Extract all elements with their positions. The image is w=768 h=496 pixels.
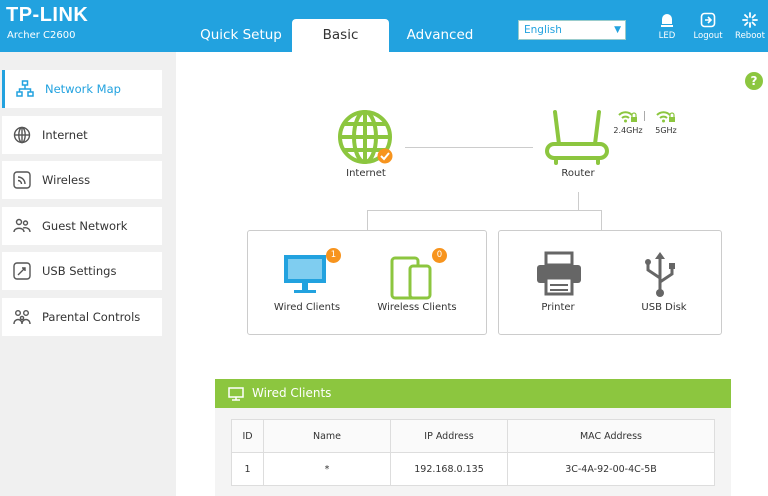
reboot-label: Reboot <box>735 31 765 41</box>
sidebar-item-label: Wireless <box>42 173 91 187</box>
monitor-icon <box>228 387 244 401</box>
check-badge-icon <box>377 148 393 164</box>
printer-node[interactable] <box>530 250 586 300</box>
connector-line <box>405 147 533 148</box>
logout-button[interactable]: Logout <box>688 12 728 41</box>
reboot-icon <box>742 12 758 28</box>
band-24ghz-label: 2.4GHz <box>613 126 643 135</box>
cell-id: 1 <box>231 452 264 486</box>
sidebar-item-label: Internet <box>42 128 88 142</box>
tab-advanced[interactable]: Advanced <box>392 19 488 52</box>
cell-mac: 3C-4A-92-00-4C-5B <box>507 452 715 486</box>
model-name: Archer C2600 <box>7 30 76 41</box>
table-header-row: ID Name IP Address MAC Address <box>231 419 715 453</box>
reboot-button[interactable]: Reboot <box>730 12 768 41</box>
printer-label: Printer <box>541 302 575 313</box>
top-header: TP-LINK Archer C2600 Quick Setup Basic A… <box>0 0 768 52</box>
wireless-clients-label: Wireless Clients <box>377 302 457 313</box>
connector-line <box>578 192 579 210</box>
language-select[interactable]: English ▼ <box>518 20 626 40</box>
column-header-name: Name <box>263 419 391 453</box>
wireless-icon <box>13 171 31 189</box>
sidebar-item-label: Parental Controls <box>42 310 141 324</box>
usb-disk-label: USB Disk <box>641 302 687 313</box>
usb-symbol-icon <box>645 252 675 297</box>
table-row: 1 * 192.168.0.135 3C-4A-92-00-4C-5B <box>231 452 715 486</box>
internet-label: Internet <box>346 168 386 179</box>
led-icon <box>661 14 673 27</box>
logout-icon <box>700 12 716 28</box>
sidebar-item-usb-settings[interactable]: USB Settings <box>2 252 162 290</box>
sidebar: Network Map Internet Wireless Guest Netw… <box>0 52 176 496</box>
help-icon[interactable]: ? <box>745 72 763 90</box>
wired-clients-label: Wired Clients <box>273 302 341 313</box>
wifi-lock-icon-5ghz <box>656 111 675 123</box>
wired-clients-count-badge: 1 <box>326 248 341 263</box>
globe-icon <box>13 126 31 144</box>
sidebar-item-network-map[interactable]: Network Map <box>2 70 162 108</box>
sidebar-item-label: Guest Network <box>42 219 128 233</box>
wifi-lock-icon-24ghz <box>618 111 637 123</box>
sidebar-item-internet[interactable]: Internet <box>2 116 162 154</box>
clients-table: ID Name IP Address MAC Address 1 * 192.1… <box>231 419 715 486</box>
band-divider <box>644 111 645 121</box>
sidebar-item-label: Network Map <box>45 82 121 96</box>
led-button[interactable]: LED <box>647 12 687 41</box>
router-label: Router <box>561 168 595 179</box>
panel-title: Wired Clients <box>252 386 332 400</box>
connector-line <box>601 210 602 231</box>
chevron-down-icon: ▼ <box>614 25 621 35</box>
mobile-devices-icon <box>390 256 432 300</box>
sidebar-item-label: USB Settings <box>42 264 117 278</box>
monitor-icon <box>284 255 326 293</box>
cell-name: * <box>263 452 391 486</box>
router-node[interactable] <box>542 108 612 168</box>
language-selected-value: English <box>524 24 562 36</box>
sidebar-item-wireless[interactable]: Wireless <box>2 161 162 199</box>
printer-icon <box>537 251 581 296</box>
wireless-clients-count-badge: 0 <box>432 248 447 263</box>
parental-controls-icon <box>13 310 31 325</box>
sidebar-item-guest-network[interactable]: Guest Network <box>2 207 162 245</box>
connector-line <box>367 210 368 231</box>
column-header-ip: IP Address <box>390 419 508 453</box>
logout-label: Logout <box>693 31 723 41</box>
router-icon <box>545 110 609 165</box>
column-header-mac: MAC Address <box>507 419 715 453</box>
network-map-icon <box>16 80 34 97</box>
column-header-id: ID <box>231 419 264 453</box>
tp-link-logo: TP-LINK <box>6 4 89 26</box>
tab-basic[interactable]: Basic <box>292 19 389 52</box>
band-5ghz-label: 5GHz <box>655 126 677 135</box>
wired-clients-panel-header: Wired Clients <box>215 379 731 408</box>
usb-settings-icon <box>13 262 31 280</box>
sidebar-item-parental-controls[interactable]: Parental Controls <box>2 298 162 336</box>
tab-quick-setup[interactable]: Quick Setup <box>190 19 292 52</box>
connector-line <box>367 210 602 211</box>
led-label: LED <box>658 31 676 41</box>
guest-network-icon <box>13 218 31 233</box>
usb-disk-node[interactable] <box>638 250 688 300</box>
cell-ip: 192.168.0.135 <box>390 452 508 486</box>
